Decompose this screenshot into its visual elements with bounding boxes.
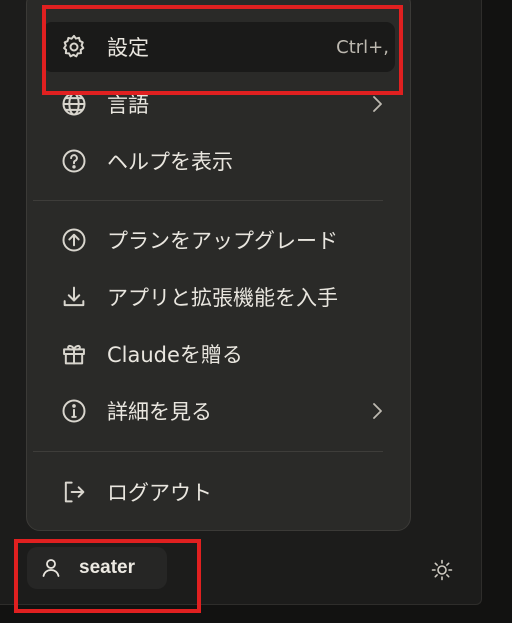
menu-item-gift-claude[interactable]: Claudeを贈る xyxy=(43,329,395,379)
menu-divider xyxy=(33,451,383,452)
menu-divider xyxy=(33,200,383,201)
user-icon xyxy=(42,559,60,577)
chevron-right-icon xyxy=(367,93,387,115)
menu-item-settings[interactable]: 設定 Ctrl+, xyxy=(43,22,395,72)
menu-item-label: 言語 xyxy=(107,93,149,117)
upgrade-arrow-icon xyxy=(59,225,89,255)
menu-item-label: プランをアップグレード xyxy=(107,229,338,253)
menu-item-label: ログアウト xyxy=(107,481,212,505)
menu-item-label: ヘルプを表示 xyxy=(107,150,233,174)
menu-item-label: Claudeを贈る xyxy=(107,343,243,367)
account-menu: 設定 Ctrl+, 言語 ヘルプを表示 プランをアップグレード アプリと拡張機能… xyxy=(26,0,411,531)
menu-item-label: アプリと拡張機能を入手 xyxy=(107,286,338,310)
username: seater xyxy=(79,557,135,578)
chevron-right-icon xyxy=(367,400,387,422)
sun-icon xyxy=(431,559,453,581)
gift-icon xyxy=(59,339,89,369)
menu-item-upgrade-plan[interactable]: プランをアップグレード xyxy=(43,215,395,265)
theme-toggle-button[interactable] xyxy=(428,556,456,584)
logout-icon xyxy=(59,477,89,507)
user-account-button[interactable]: seater xyxy=(27,547,167,589)
sidebar-panel: 設定 Ctrl+, 言語 ヘルプを表示 プランをアップグレード アプリと拡張機能… xyxy=(0,0,482,605)
globe-icon xyxy=(59,89,89,119)
shortcut-hint: Ctrl+, xyxy=(336,36,389,58)
download-icon xyxy=(59,282,89,312)
menu-item-language[interactable]: 言語 xyxy=(43,79,395,129)
menu-item-learn-more[interactable]: 詳細を見る xyxy=(43,386,395,436)
menu-item-logout[interactable]: ログアウト xyxy=(43,467,395,517)
menu-item-get-apps[interactable]: アプリと拡張機能を入手 xyxy=(43,272,395,322)
info-icon xyxy=(59,396,89,426)
gear-icon xyxy=(59,32,89,62)
menu-item-label: 詳細を見る xyxy=(107,400,212,424)
help-circle-icon xyxy=(59,146,89,176)
menu-item-label: 設定 xyxy=(107,36,149,60)
menu-item-help[interactable]: ヘルプを表示 xyxy=(43,136,395,186)
